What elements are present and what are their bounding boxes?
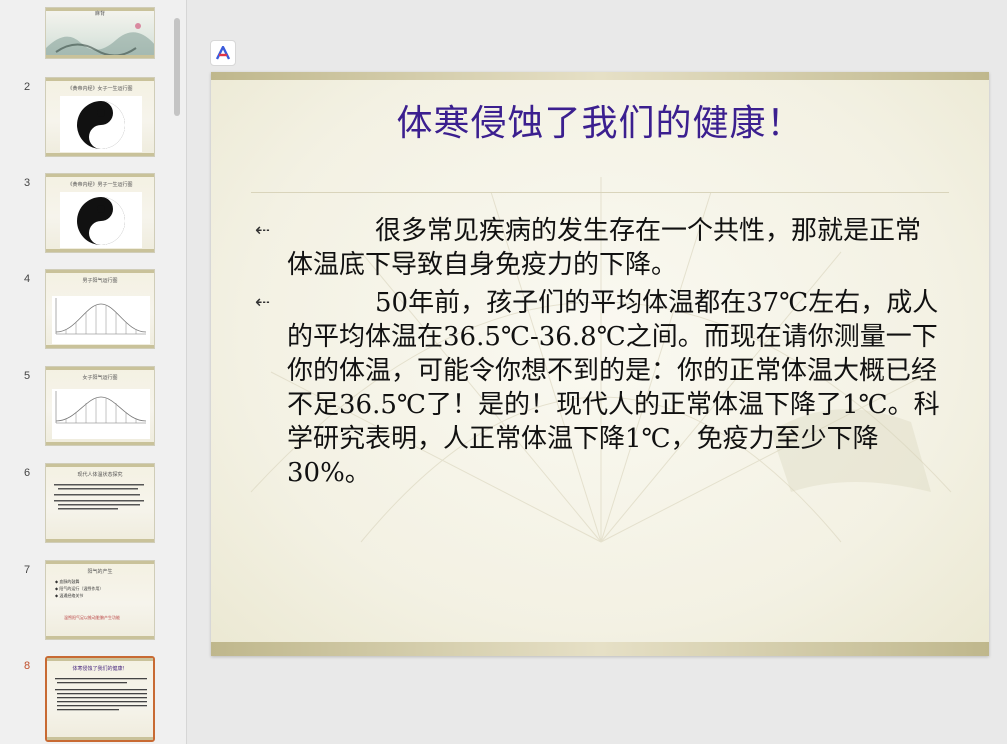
yin-yang-icon (60, 192, 142, 248)
thumbnail-number: 7 (24, 564, 31, 576)
thumbnail-image: 麻背 (45, 7, 155, 59)
thumbnail-image: 阳气的产生 ◆ 血脉的鼓舞 ◆ 阳气的运行（温煦作用） ◆ 温通经络关节 温煦阳… (45, 560, 155, 640)
thumbnail-image: 《黄帝内经》男子一生运行图 (45, 173, 155, 253)
thumbnail-slide-4[interactable]: 4 男子阳气运行图 (0, 269, 170, 351)
yin-yang-icon (60, 96, 142, 152)
bullet-arrow-icon: ⇠ (255, 220, 271, 241)
bullet-item-2[interactable]: ⇠ 50年前，孩子们的平均体温都在37℃左右，成人的平均体温在36.5℃-36.… (255, 286, 945, 490)
bell-curve-chart (52, 389, 150, 439)
thumbnail-bullet: ◆ 血脉的鼓舞 (55, 579, 80, 584)
thumbnail-slide-7[interactable]: 7 阳气的产生 ◆ 血脉的鼓舞 ◆ 阳气的运行（温煦作用） ◆ 温通经络关节 温… (0, 560, 170, 642)
thumbnail-image: 女子阳气运行图 (45, 366, 155, 446)
bullet-arrow-icon: ⇠ (255, 292, 271, 313)
bullet-text: 很多常见疾病的发生存在一个共性，那就是正常体温底下导致自身免疫力的下降。 (287, 216, 922, 280)
thumbnail-number: 2 (24, 81, 31, 93)
thumbnail-number: 3 (24, 177, 31, 189)
slide-canvas[interactable]: 体寒侵蚀了我们的健康！ ⇠ 很多常见疾病的发生存在一个共性，那就是正常体温底下导… (211, 72, 989, 656)
thumbnail-note: 温煦阳气足以推动脏腑产生功能 (64, 615, 120, 620)
thumbnail-slide-2[interactable]: 2 《黄帝内经》女子一生运行图 (0, 77, 170, 159)
ai-assistant-button[interactable] (210, 40, 236, 66)
bullet-item-1[interactable]: ⇠ 很多常见疾病的发生存在一个共性，那就是正常体温底下导致自身免疫力的下降。 (255, 214, 945, 282)
thumbnail-slide-5[interactable]: 5 女子阳气运行图 (0, 366, 170, 448)
thumbnail-number: 5 (24, 370, 31, 382)
slide-bottom-band (211, 642, 989, 656)
text-lines-placeholder (54, 484, 144, 510)
title-divider (251, 192, 949, 193)
text-lines-placeholder (55, 678, 147, 711)
thumbnail-number: 6 (24, 467, 31, 479)
slide-title[interactable]: 体寒侵蚀了我们的健康！ (211, 94, 989, 146)
ai-logo-icon (215, 46, 231, 60)
thumbnail-title: 阳气的产生 (87, 569, 113, 575)
thumbnail-number: 4 (24, 273, 31, 285)
thumbnail-slide-6[interactable]: 6 现代人体温状态探究 (0, 463, 170, 545)
thumbnail-bullet: ◆ 阳气的运行（温煦作用） (55, 586, 104, 591)
thumbnail-slide-8[interactable]: 8 体寒侵蚀了我们的健康！ (0, 656, 170, 744)
thumbnail-scrollbar[interactable] (174, 18, 180, 116)
thumbnail-number: 8 (24, 660, 31, 672)
thumbnail-bullet: ◆ 温通经络关节 (55, 593, 84, 598)
thumbnail-image: 现代人体温状态探究 (45, 463, 155, 543)
thumbnail-image: 《黄帝内经》女子一生运行图 (45, 77, 155, 157)
thumbnail-slide-3[interactable]: 3 《黄帝内经》男子一生运行图 (0, 173, 170, 255)
thumbnail-image: 男子阳气运行图 (45, 269, 155, 349)
slide-thumbnail-panel: 麻背 2 《黄帝内经》女子一生运行图 3 《黄帝内经》男子一生运行图 4 男子阳… (0, 0, 187, 744)
bullet-text: 50年前，孩子们的平均体温都在37℃左右，成人的平均体温在36.5℃-36.8℃… (287, 288, 940, 488)
bell-curve-chart (52, 296, 150, 344)
thumbnail-image: 体寒侵蚀了我们的健康！ (45, 656, 155, 742)
landscape-painting (46, 23, 154, 58)
